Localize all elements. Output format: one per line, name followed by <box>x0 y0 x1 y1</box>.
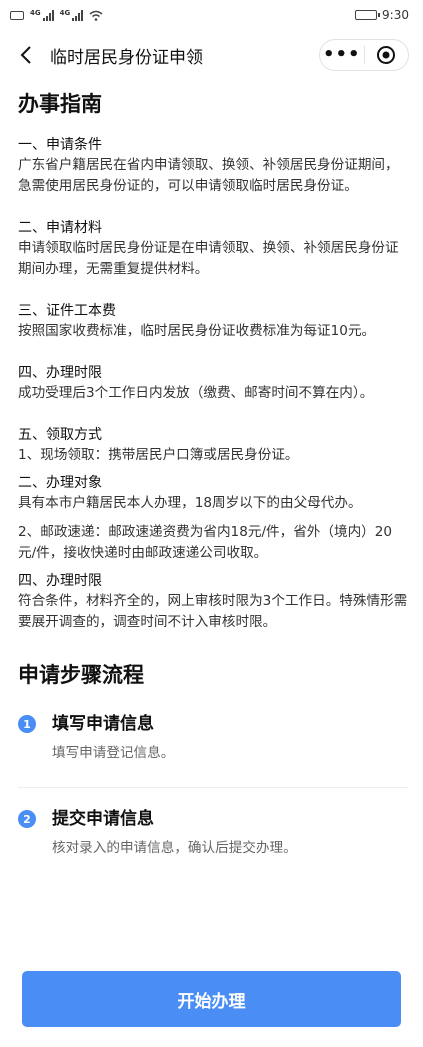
section-body: 申请领取临时居民身份证是在申请领取、换领、补领居民身份证期间办理，无需重复提供材… <box>18 240 399 277</box>
section-body: 2、邮政速递：邮政速递资费为省内18元/件，省外（境内）20元/件，接收快递时由… <box>18 524 393 561</box>
step-number-badge: 1 <box>18 715 36 733</box>
guide-section: 2、邮政速递：邮政速递资费为省内18元/件，省外（境内）20元/件，接收快递时由… <box>18 522 408 564</box>
content: 办事指南 一、申请条件 广东省户籍居民在省内申请领取、换领、补领居民身份证期间，… <box>18 80 408 858</box>
step-description: 填写申请登记信息。 <box>52 745 175 761</box>
guide-section: 五、领取方式 1、现场领取：携带居民户口簿或居民身份证。 <box>18 426 408 466</box>
sim-card-icon <box>10 10 24 20</box>
guide-section: 一、申请条件 广东省户籍居民在省内申请领取、换领、补领居民身份证期间，急需使用居… <box>18 136 408 197</box>
section-body: 广东省户籍居民在省内申请领取、换领、补领居民身份证期间，急需使用居民身份证的，可… <box>18 157 399 194</box>
signal-2-icon: 4G <box>60 9 84 21</box>
section-body: 符合条件，材料齐全的，网上审核时限为3个工作日。特殊情形需要展开调查的，调查时间… <box>18 593 408 630</box>
step-title: 填写申请信息 <box>52 714 154 734</box>
status-bar: 4G 4G 9:30 <box>0 0 423 30</box>
signal-1-icon: 4G <box>30 9 54 21</box>
section-body: 1、现场领取：携带居民户口簿或居民身份证。 <box>18 447 299 463</box>
more-button[interactable]: ••• <box>320 40 364 70</box>
mini-program-capsule: ••• <box>319 39 409 71</box>
start-button[interactable]: 开始办理 <box>22 971 401 1027</box>
divider <box>18 787 408 788</box>
close-button[interactable] <box>365 40 409 70</box>
section-title: 二、办理对象 <box>18 475 102 491</box>
clock: 9:30 <box>382 8 409 22</box>
guide-section: 二、申请材料 申请领取临时居民身份证是在申请领取、换领、补领居民身份证期间办理，… <box>18 219 408 280</box>
guide-section: 二、办理对象 具有本市户籍居民本人办理，18周岁以下的由父母代办。 <box>18 474 408 514</box>
page-title: 临时居民身份证申领 <box>50 47 203 68</box>
section-body: 具有本市户籍居民本人办理，18周岁以下的由父母代办。 <box>18 495 362 511</box>
section-body: 按照国家收费标准，临时居民身份证收费标准为每证10元。 <box>18 323 376 339</box>
step-number-badge: 2 <box>18 810 36 828</box>
step-item: 2 提交申请信息 核对录入的申请信息，确认后提交办理。 <box>18 806 408 858</box>
nav-bar: 临时居民身份证申领 ••• <box>0 30 423 80</box>
status-icons-right: 9:30 <box>355 8 409 22</box>
steps-title: 申请步骤流程 <box>18 663 144 687</box>
status-icons-left: 4G 4G <box>10 9 103 21</box>
section-body: 成功受理后3个工作日内发放（缴费、邮寄时间不算在内）。 <box>18 385 374 401</box>
guide-title: 办事指南 <box>18 92 102 116</box>
section-title: 三、证件工本费 <box>18 303 116 319</box>
section-title: 四、办理时限 <box>18 365 102 381</box>
more-dots-icon: ••• <box>322 44 361 65</box>
guide-section: 三、证件工本费 按照国家收费标准，临时居民身份证收费标准为每证10元。 <box>18 302 408 342</box>
section-title: 二、申请材料 <box>18 220 102 236</box>
section-title: 五、领取方式 <box>18 427 102 443</box>
close-circle-icon <box>377 46 396 64</box>
wifi-icon <box>89 10 103 21</box>
step-title: 提交申请信息 <box>52 809 154 829</box>
step-item: 1 填写申请信息 填写申请登记信息。 <box>18 711 408 763</box>
back-icon[interactable] <box>14 43 38 67</box>
section-title: 四、办理时限 <box>18 573 102 589</box>
guide-section: 四、办理时限 成功受理后3个工作日内发放（缴费、邮寄时间不算在内）。 <box>18 364 408 404</box>
step-description: 核对录入的申请信息，确认后提交办理。 <box>52 840 297 856</box>
section-title: 一、申请条件 <box>18 137 102 153</box>
battery-icon <box>355 10 381 20</box>
guide-section: 四、办理时限 符合条件，材料齐全的，网上审核时限为3个工作日。特殊情形需要展开调… <box>18 572 408 633</box>
